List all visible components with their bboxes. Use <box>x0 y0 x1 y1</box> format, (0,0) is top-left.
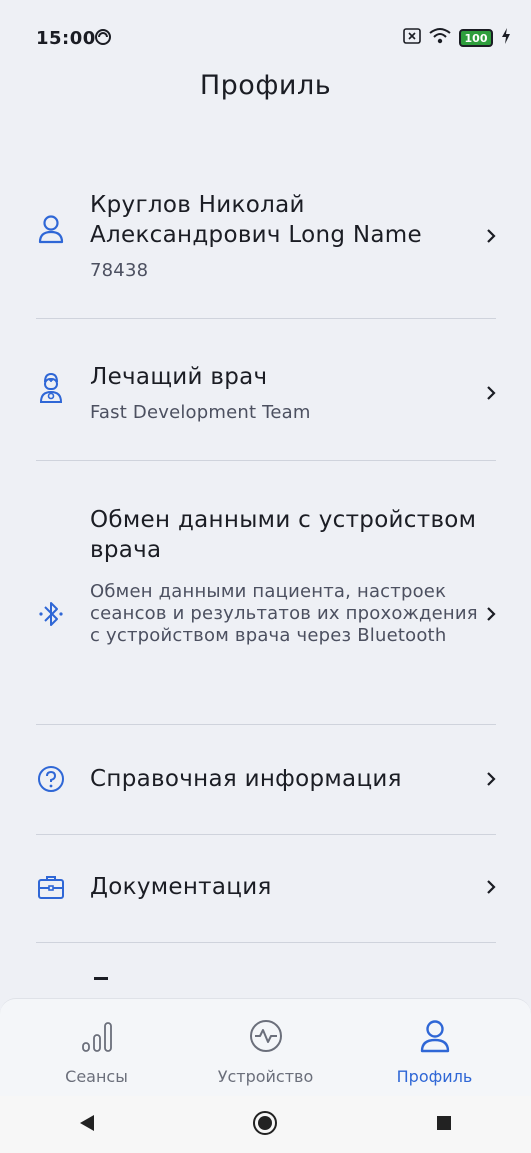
tab-device-label: Устройство <box>217 1067 314 1086</box>
tab-profile-label: Профиль <box>396 1067 473 1086</box>
user-id: 78438 <box>90 260 149 281</box>
tab-profile[interactable]: Профиль <box>346 999 523 1097</box>
menu-item-documentation[interactable]: Документация <box>36 872 496 902</box>
status-bar: 15:00 100 <box>0 0 531 72</box>
doctor-icon <box>36 372 66 404</box>
dnd-icon <box>94 28 112 50</box>
menu-item-doctor[interactable]: Лечащий врач Fast Development Team <box>36 362 496 424</box>
briefcase-icon <box>36 874 66 900</box>
tab-sessions[interactable]: Сеансы <box>8 999 185 1097</box>
page-title: Профиль <box>199 70 332 101</box>
documentation-title: Документация <box>90 874 272 900</box>
wifi-icon <box>429 27 451 49</box>
data-exchange-description: Обмен данными пациента, настроек сеансов… <box>90 581 478 646</box>
recents-icon[interactable] <box>435 1114 453 1136</box>
bluetooth-icon <box>36 599 66 629</box>
chevron-right-icon <box>482 771 496 787</box>
divider <box>36 942 496 943</box>
sessions-icon <box>80 1017 114 1055</box>
home-icon[interactable] <box>252 1110 278 1140</box>
status-time: 15:00 <box>36 28 96 49</box>
chevron-right-icon <box>482 228 496 244</box>
divider <box>36 724 496 725</box>
battery-indicator: 100 <box>459 29 493 47</box>
back-icon[interactable] <box>78 1113 96 1137</box>
tab-sessions-label: Сеансы <box>65 1067 128 1086</box>
doctor-title: Лечащий врач <box>90 364 268 390</box>
chevron-right-icon <box>482 606 496 622</box>
help-title: Справочная информация <box>90 766 402 792</box>
data-exchange-title: Обмен данными с устройством врача <box>90 507 477 563</box>
divider <box>36 318 496 319</box>
help-icon <box>36 765 66 793</box>
status-icons: 100 <box>403 27 511 49</box>
doctor-name: Fast Development Team <box>90 402 311 423</box>
divider <box>36 460 496 461</box>
bottom-navigation: Сеансы Устройство Профиль <box>0 998 531 1097</box>
user-icon <box>36 214 66 244</box>
charging-icon <box>501 27 511 49</box>
system-navigation-bar <box>0 1096 531 1153</box>
menu-item-help[interactable]: Справочная информация <box>36 764 496 794</box>
profile-icon <box>419 1017 451 1055</box>
scroll-peek-mark <box>94 977 108 980</box>
divider <box>36 834 496 835</box>
menu-item-data-exchange[interactable]: Обмен данными с устройством врача Обмен … <box>36 505 496 647</box>
chevron-right-icon <box>482 879 496 895</box>
tab-device[interactable]: Устройство <box>177 999 354 1097</box>
chevron-right-icon <box>482 385 496 401</box>
menu-item-user[interactable]: Круглов Николай Александрович Long Name … <box>36 190 496 282</box>
device-icon <box>248 1017 284 1055</box>
user-name: Круглов Николай Александрович Long Name <box>90 192 422 248</box>
sim-icon <box>403 28 421 48</box>
